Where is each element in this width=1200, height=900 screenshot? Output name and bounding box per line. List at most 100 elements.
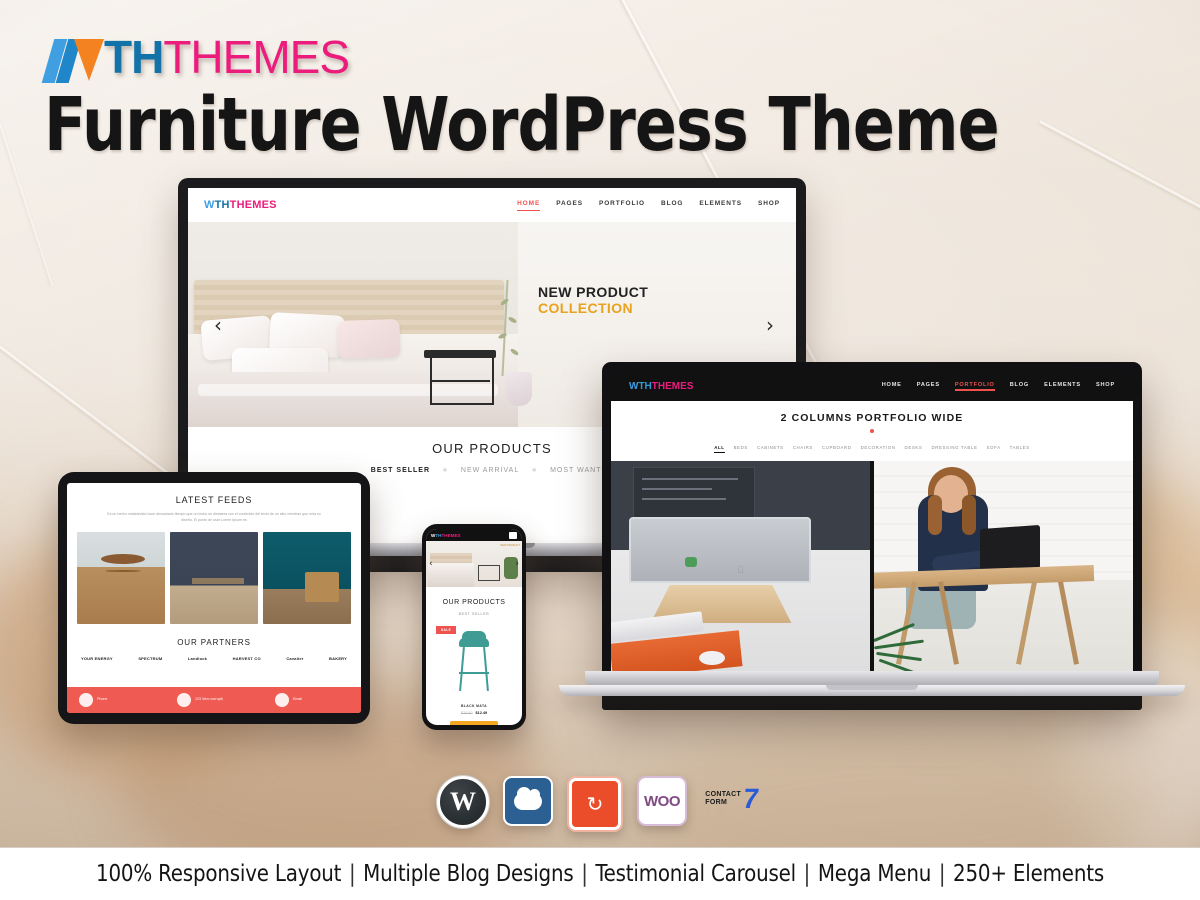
nav-item-shop[interactable]: SHOP xyxy=(758,200,780,210)
latest-feeds-title: LATEST FEEDS xyxy=(175,495,253,505)
price-old: $20.00 xyxy=(460,711,473,715)
price-new: $12.49 xyxy=(475,711,488,715)
woocommerce-icon[interactable]: WOO xyxy=(637,776,687,826)
partner-logo-6[interactable]: BAKERY xyxy=(329,656,347,661)
site-logo-th: TH xyxy=(638,380,652,392)
portfolio-grid:  xyxy=(611,461,1133,671)
woo-glyph: WOO xyxy=(644,792,681,810)
page-title: Furniture WordPress Theme xyxy=(44,82,1000,168)
phone-slider-next-icon[interactable]: › xyxy=(515,559,519,569)
feature-testimonial-carousel: Testimonial Carousel xyxy=(595,861,796,887)
nav-item-home[interactable]: HOME xyxy=(517,200,541,211)
phone-navbar: WTHTHEMES xyxy=(426,529,522,541)
filter-dressing-table[interactable]: DRESSING TABLE xyxy=(931,445,977,453)
cloud-glyph xyxy=(514,786,542,810)
hero-caption: NEW PRODUCT COLLECTION xyxy=(538,284,648,316)
add-to-cart-button[interactable]: ADD TO CART xyxy=(450,721,498,725)
feed-thumb-dining-room[interactable] xyxy=(170,531,258,624)
contact-visit-value: 123 Vero corrupti, xyxy=(195,697,224,702)
nav-item-shop[interactable]: SHOP xyxy=(1096,382,1115,391)
feature-responsive-layout: 100% Responsive Layout xyxy=(96,861,342,887)
slider-prev-icon[interactable]: ‹ xyxy=(214,313,222,337)
partner-logo-3[interactable]: Landlock xyxy=(188,656,207,661)
slider-revolution-icon[interactable] xyxy=(503,776,553,826)
partner-logo-4[interactable]: HARVEST CO xyxy=(233,656,261,661)
nav-item-elements[interactable]: ELEMENTS xyxy=(699,200,742,210)
contact-email[interactable]: Email xyxy=(263,693,361,707)
promo-banner: TH THEMES Furniture WordPress Theme WTHTH… xyxy=(0,0,1200,900)
feed-thumb-teal-cabinet[interactable] xyxy=(263,531,351,624)
partners-title: OUR PARTNERS xyxy=(177,637,251,647)
phone-logo-themes: THEMES xyxy=(441,532,461,538)
visual-composer-icon[interactable]: ↻ xyxy=(567,776,623,832)
feature-separator: | xyxy=(938,861,946,887)
product-tab-best-seller[interactable]: BEST SELLER xyxy=(371,467,430,474)
filter-all[interactable]: ALL xyxy=(714,445,725,453)
nav-item-home[interactable]: HOME xyxy=(882,382,902,391)
phone-bezel: WTHTHEMES NEW PRODUCT ‹ › OUR PRODUCTS B… xyxy=(422,524,526,730)
hamburger-menu-icon[interactable] xyxy=(509,531,517,539)
nav-item-blog[interactable]: BLOG xyxy=(661,200,683,210)
feeds-gallery xyxy=(67,524,361,624)
feature-blog-designs: Multiple Blog Designs xyxy=(363,861,574,887)
phone-product-tab[interactable]: BEST SELLER xyxy=(426,606,522,616)
partner-logo-5[interactable]: Cavalier xyxy=(286,656,303,661)
contact-form-7-icon[interactable]: CONTACT FORM 7 xyxy=(701,776,763,822)
partners-logos: YOUR ENERGY SPECTRUM Landlock HARVEST CO… xyxy=(67,647,361,661)
phone-icon xyxy=(79,693,93,707)
phone-slider-prev-icon[interactable]: ‹ xyxy=(429,559,433,569)
filter-cabinets[interactable]: CABINETS xyxy=(757,445,784,453)
tablet-bezel: LATEST FEEDS Es un hecho establecido hac… xyxy=(58,472,370,724)
phone-products-title: OUR PRODUCTS xyxy=(442,599,506,606)
filter-beds[interactable]: BEDS xyxy=(734,445,748,453)
wordpress-icon[interactable]: W xyxy=(437,776,489,828)
feature-separator: | xyxy=(581,861,588,887)
partner-logo-1[interactable]: YOUR ENERGY xyxy=(81,656,113,661)
filter-decoration[interactable]: DECORATION xyxy=(861,445,896,453)
portfolio-item-woman-desk[interactable] xyxy=(870,461,1133,671)
contact-email-label: Email xyxy=(293,697,302,702)
site-nav-menu[interactable]: HOME PAGES PORTFOLIO BLOG ELEMENTS SHOP xyxy=(517,200,780,211)
feature-separator: | xyxy=(803,861,811,887)
laptop-bezel: WTHTHEMES HOME PAGES PORTFOLIO BLOG ELEM… xyxy=(559,362,1185,710)
logo-w-mark xyxy=(41,35,104,83)
nav-item-pages[interactable]: PAGES xyxy=(917,382,940,391)
nav-item-portfolio[interactable]: PORTFOLIO xyxy=(599,200,645,210)
laptop-keyboard xyxy=(585,671,1159,685)
contact-form-text: CONTACT FORM xyxy=(705,791,741,807)
phone-site-logo: WTHTHEMES xyxy=(431,532,461,538)
portfolio-item-imac-desk[interactable]:  xyxy=(611,461,870,671)
tab-separator-icon: ∗ xyxy=(531,467,539,474)
contact-form-line1: CONTACT xyxy=(705,790,742,798)
filter-sofa[interactable]: SOFA xyxy=(987,445,1001,453)
contact-form-number: 7 xyxy=(741,783,761,814)
partner-logo-2[interactable]: SPECTRUM xyxy=(138,656,162,661)
portfolio-header: 2 COLUMNS PORTFOLIO WIDE xyxy=(611,401,1133,439)
feature-mega-menu: Mega Menu xyxy=(817,861,932,887)
site-logo: WTHTHEMES xyxy=(204,199,277,211)
portfolio-filter-bar[interactable]: ALL BEDS CABINETS CHAIRS CUPBOARD DECORA… xyxy=(611,439,1133,461)
mail-icon xyxy=(275,693,289,707)
slider-next-icon[interactable]: › xyxy=(766,313,774,337)
tab-separator-icon: ∗ xyxy=(442,467,449,474)
nav-item-elements[interactable]: ELEMENTS xyxy=(1044,382,1081,391)
filter-chairs[interactable]: CHAIRS xyxy=(793,445,813,453)
filter-tables[interactable]: TABLES xyxy=(1010,445,1030,453)
product-tab-new-arrival[interactable]: NEW ARRIVAL xyxy=(461,467,519,474)
contact-footer-bar: Phone 123 Vero corrupti, Email xyxy=(67,687,361,713)
nav-item-pages[interactable]: PAGES xyxy=(556,200,583,210)
site-nav-menu[interactable]: HOME PAGES PORTFOLIO BLOG ELEMENTS SHOP xyxy=(882,382,1115,391)
wordpress-glyph: W xyxy=(450,787,476,816)
phone-hero-tag: NEW PRODUCT xyxy=(500,544,520,547)
device-laptop-portfolio: WTHTHEMES HOME PAGES PORTFOLIO BLOG ELEM… xyxy=(559,362,1185,710)
site-logo-themes: THEMES xyxy=(229,199,277,211)
filter-cupboard[interactable]: CUPBOARD xyxy=(822,445,852,453)
contact-visit[interactable]: 123 Vero corrupti, xyxy=(165,693,263,707)
nav-item-portfolio[interactable]: PORTFOLIO xyxy=(954,382,995,391)
nav-item-blog[interactable]: BLOG xyxy=(1010,382,1029,391)
feed-thumb-cafe-table[interactable] xyxy=(77,531,165,624)
filter-desks[interactable]: DESKS xyxy=(905,445,923,453)
phone-product-card[interactable]: SALE xyxy=(436,626,512,702)
portfolio-title: 2 COLUMNS PORTFOLIO WIDE xyxy=(780,412,964,424)
contact-phone[interactable]: Phone xyxy=(67,693,165,707)
